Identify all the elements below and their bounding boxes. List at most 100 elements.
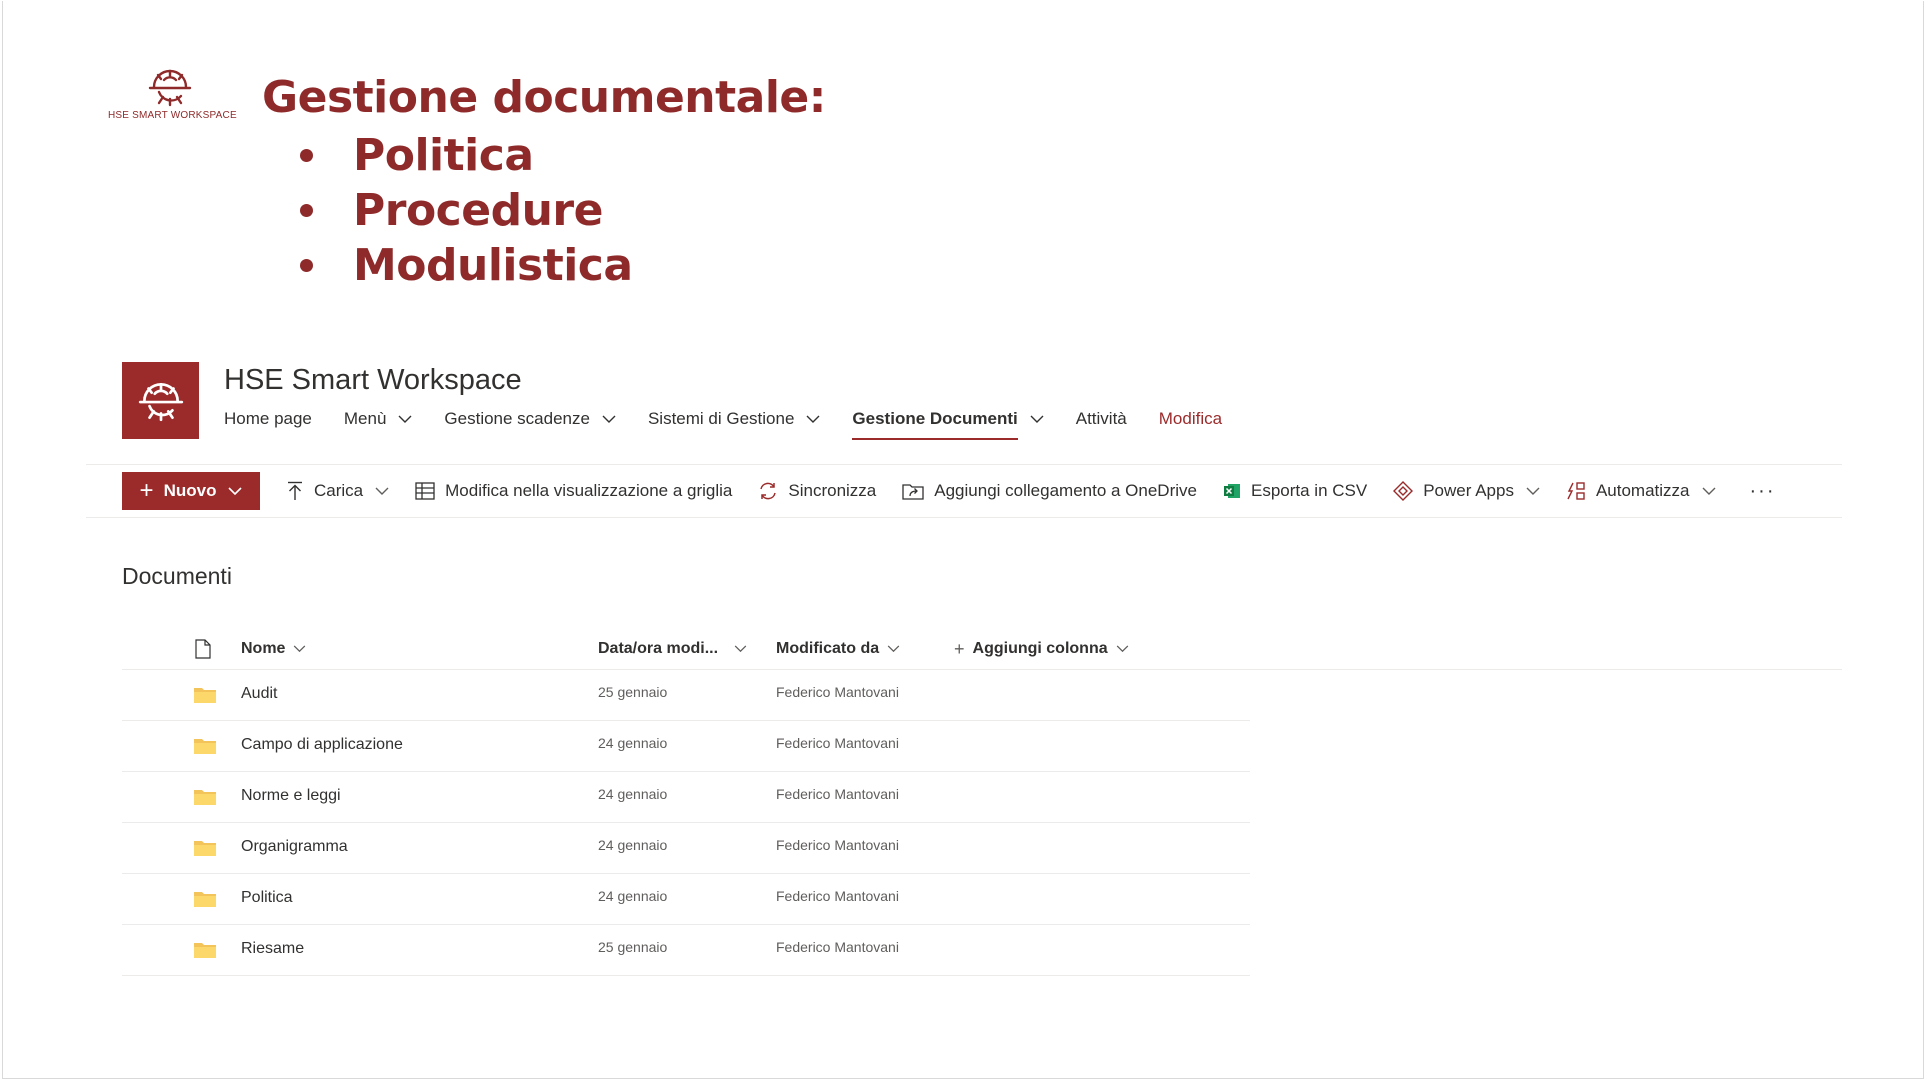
folder-name[interactable]: Campo di applicazione	[241, 736, 403, 754]
site-logo[interactable]	[122, 362, 199, 439]
column-header-label: Aggiungi colonna	[972, 640, 1108, 657]
modified-by: Federico Mantovani	[776, 786, 899, 802]
nav-item-gestione-scadenze[interactable]: Gestione scadenze	[444, 409, 616, 429]
automate-label: Automatizza	[1595, 481, 1690, 500]
command-bar: + Nuovo Carica Modifica nella visualizza…	[86, 464, 1842, 518]
onedrive-shortcut-icon	[902, 484, 924, 500]
slide-title: Gestione documentale:	[262, 72, 826, 123]
bullet-text: Modulistica	[353, 240, 633, 291]
folder-name[interactable]: Norme e leggi	[241, 787, 341, 805]
site-title[interactable]: HSE Smart Workspace	[224, 364, 522, 397]
brand-logo: HSE SMART WORKSPACE	[108, 66, 237, 136]
nav-label: Modifica	[1158, 409, 1223, 428]
new-button[interactable]: + Nuovo	[122, 472, 260, 510]
upload-label: Carica	[314, 481, 364, 500]
column-header-label: Modificato da	[776, 640, 880, 657]
bullet-item: Modulistica	[300, 238, 633, 293]
bullet-dot-icon	[300, 204, 313, 217]
folder-name[interactable]: Organigramma	[241, 838, 348, 856]
helmet-gear-icon	[138, 382, 183, 421]
bullet-text: Procedure	[353, 185, 603, 236]
document-icon	[195, 639, 211, 659]
onedrive-label: Aggiungi collegamento a OneDrive	[934, 481, 1197, 500]
excel-icon	[1223, 484, 1240, 498]
table-row[interactable]: Organigramma 24 gennaio Federico Mantova…	[122, 823, 1250, 874]
folder-icon	[194, 790, 216, 805]
file-type-header	[194, 628, 212, 670]
chevron-down-icon	[602, 415, 616, 423]
upload-icon	[288, 481, 302, 500]
column-header-name[interactable]: Nome	[241, 628, 306, 670]
table-row[interactable]: Politica 24 gennaio Federico Mantovani	[122, 874, 1250, 925]
grid-edit-button[interactable]: Modifica nella visualizzazione a griglia	[415, 481, 732, 501]
table-row[interactable]: Norme e leggi 24 gennaio Federico Mantov…	[122, 772, 1250, 823]
nav-item-sistemi-di-gestione[interactable]: Sistemi di Gestione	[648, 409, 820, 429]
power-apps-button[interactable]: Power Apps	[1393, 481, 1540, 501]
automate-icon	[1567, 482, 1585, 500]
automate-button[interactable]: Automatizza	[1566, 481, 1716, 501]
modified-date: 24 gennaio	[598, 735, 668, 751]
bullet-item: Politica	[300, 128, 633, 183]
folder-icon	[194, 943, 216, 958]
chevron-down-icon	[375, 487, 389, 495]
document-list: Audit 25 gennaio Federico Mantovani Camp…	[122, 670, 1250, 976]
helmet-gear-icon	[148, 69, 192, 107]
chevron-down-icon	[887, 645, 900, 653]
column-header-modified[interactable]: Data/ora modi...	[598, 628, 747, 670]
bullet-dot-icon	[300, 149, 313, 162]
plus-icon: +	[954, 638, 965, 659]
modified-date: 24 gennaio	[598, 837, 668, 853]
chevron-down-icon	[1116, 645, 1128, 653]
nav-item-gestione-documenti[interactable]: Gestione Documenti	[852, 409, 1044, 440]
table-row[interactable]: Riesame 25 gennaio Federico Mantovani	[122, 925, 1250, 976]
nav-label: Sistemi di Gestione	[647, 409, 795, 428]
chevron-down-icon	[734, 645, 747, 653]
grid-edit-label: Modifica nella visualizzazione a griglia	[445, 481, 733, 500]
folder-icon	[194, 841, 216, 856]
new-button-label: Nuovo	[163, 481, 217, 500]
table-row[interactable]: Campo di applicazione 24 gennaio Federic…	[122, 721, 1250, 772]
modified-by: Federico Mantovani	[776, 888, 899, 904]
folder-icon	[194, 739, 216, 754]
nav-label: Home page	[224, 409, 312, 428]
folder-name[interactable]: Riesame	[241, 940, 304, 958]
modified-by: Federico Mantovani	[776, 837, 899, 853]
more-options-icon[interactable]: ···	[1750, 480, 1776, 503]
table-row[interactable]: Audit 25 gennaio Federico Mantovani	[122, 670, 1250, 721]
nav-item-menu[interactable]: Menù	[344, 409, 413, 429]
folder-name[interactable]: Audit	[241, 685, 277, 703]
folder-icon	[194, 892, 216, 907]
modified-by: Federico Mantovani	[776, 735, 899, 751]
chevron-down-icon	[806, 415, 820, 423]
chevron-down-icon	[1030, 415, 1044, 423]
nav-item-attivita[interactable]: Attività	[1076, 409, 1127, 429]
nav-label: Gestione scadenze	[444, 409, 590, 428]
power-apps-icon	[1393, 481, 1414, 501]
brand-text: HSE SMART WORKSPACE	[108, 110, 237, 121]
column-header-modified-by[interactable]: Modificato da	[776, 628, 900, 670]
chevron-down-icon	[398, 415, 412, 423]
chevron-down-icon	[1702, 487, 1715, 495]
nav-item-home[interactable]: Home page	[224, 409, 312, 429]
sync-label: Sincronizza	[788, 481, 877, 500]
list-header: Nome Data/ora modi... Modificato da + Ag…	[122, 628, 1842, 670]
sync-button[interactable]: Sincronizza	[758, 481, 876, 501]
library-title: Documenti	[122, 563, 232, 589]
column-header-label: Nome	[241, 640, 286, 657]
nav-label: Attività	[1075, 409, 1127, 428]
export-csv-label: Esporta in CSV	[1250, 481, 1368, 500]
export-csv-button[interactable]: Esporta in CSV	[1223, 481, 1367, 501]
bullet-text: Politica	[353, 130, 534, 181]
chevron-down-icon	[294, 645, 306, 653]
chevron-down-icon	[1526, 487, 1540, 495]
folder-icon	[194, 688, 216, 703]
bullet-dot-icon	[300, 259, 313, 272]
nav-label: Menù	[343, 409, 387, 428]
nav-edit-link[interactable]: Modifica	[1159, 409, 1222, 429]
add-column-button[interactable]: + Aggiungi colonna	[954, 628, 1129, 670]
modified-date: 25 gennaio	[598, 939, 668, 955]
folder-name[interactable]: Politica	[241, 889, 293, 907]
add-onedrive-shortcut-button[interactable]: Aggiungi collegamento a OneDrive	[902, 481, 1197, 501]
upload-button[interactable]: Carica	[286, 481, 389, 501]
modified-date: 24 gennaio	[598, 888, 668, 904]
